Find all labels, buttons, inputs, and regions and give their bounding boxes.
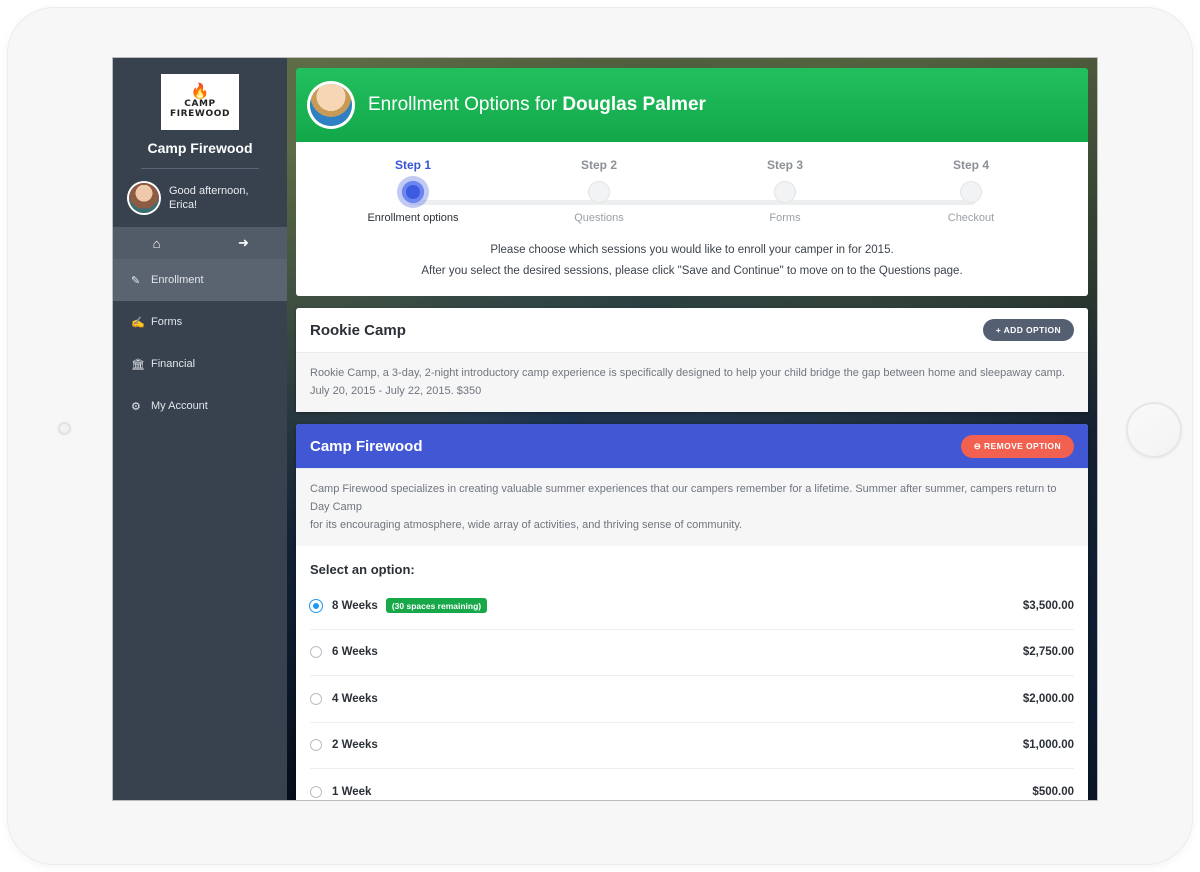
step-number: Step 3 bbox=[692, 158, 878, 172]
camp-firewood-card: Camp Firewood ⊖ REMOVE OPTION Camp Firew… bbox=[296, 424, 1088, 800]
logout-icon[interactable]: ➜ bbox=[200, 235, 287, 251]
sidebar-item-enrollment[interactable]: ✎ Enrollment bbox=[113, 259, 287, 301]
page-title-prefix: Enrollment Options for bbox=[368, 94, 562, 115]
option-price: $1,000.00 bbox=[1023, 739, 1074, 751]
list-item[interactable]: 1 Week $500.00 bbox=[310, 769, 1074, 800]
radio-icon[interactable] bbox=[310, 693, 322, 705]
step-dot-icon bbox=[402, 181, 424, 203]
logo-word-firewood: FIREWOOD bbox=[170, 109, 230, 119]
rookie-camp-title: Rookie Camp bbox=[310, 322, 406, 339]
option-label: 6 Weeks bbox=[332, 646, 378, 658]
gear-icon: ⚙ bbox=[131, 400, 151, 413]
list-item[interactable]: 8 Weeks (30 spaces remaining) $3,500.00 bbox=[310, 583, 1074, 630]
step-number: Step 4 bbox=[878, 158, 1064, 172]
step-sublabel: Forms bbox=[692, 212, 878, 224]
sidebar-item-label: Financial bbox=[151, 358, 195, 370]
rookie-camp-desc-line1: Rookie Camp, a 3-day, 2-night introducto… bbox=[310, 364, 1074, 382]
tablet-screen: 🔥 CAMP FIREWOOD Camp Firewood Good after… bbox=[113, 58, 1097, 800]
page-title: Enrollment Options for Douglas Palmer bbox=[368, 94, 706, 116]
main-content: Enrollment Options for Douglas Palmer St… bbox=[287, 58, 1097, 800]
status-badge: (30 spaces remaining) bbox=[386, 598, 487, 613]
step-dot-icon bbox=[774, 181, 796, 203]
step-dot-icon bbox=[960, 181, 982, 203]
step-sublabel: Enrollment options bbox=[320, 212, 506, 224]
radio-icon[interactable] bbox=[310, 739, 322, 751]
tablet-frame: 🔥 CAMP FIREWOOD Camp Firewood Good after… bbox=[8, 8, 1192, 864]
step-sublabel: Checkout bbox=[878, 212, 1064, 224]
avatar bbox=[129, 183, 159, 213]
sidebar-item-label: My Account bbox=[151, 400, 208, 412]
user-greeting: Good afternoon, Erica! bbox=[113, 169, 287, 227]
step-wizard: Step 1 Enrollment options Step 2 Questio… bbox=[296, 142, 1088, 296]
camp-firewood-description: Camp Firewood specializes in creating va… bbox=[296, 468, 1088, 546]
sidebar-icon-bar: ⌂ ➜ bbox=[113, 227, 287, 259]
step-2[interactable]: Step 2 Questions bbox=[506, 158, 692, 224]
rookie-camp-card: Rookie Camp + ADD OPTION Rookie Camp, a … bbox=[296, 308, 1088, 412]
radio-icon[interactable] bbox=[310, 600, 322, 612]
radio-icon[interactable] bbox=[310, 646, 322, 658]
camp-firewood-title: Camp Firewood bbox=[310, 438, 423, 455]
camp-name: Camp Firewood bbox=[113, 140, 287, 156]
option-label: 8 Weeks bbox=[332, 600, 378, 612]
flame-icon: 🔥 bbox=[191, 85, 210, 99]
list-item[interactable]: 2 Weeks $1,000.00 bbox=[310, 723, 1074, 770]
list-item[interactable]: 4 Weeks $2,000.00 bbox=[310, 676, 1074, 723]
step-3[interactable]: Step 3 Forms bbox=[692, 158, 878, 224]
greeting-line2: Erica! bbox=[169, 198, 249, 212]
add-option-button[interactable]: + ADD OPTION bbox=[983, 319, 1074, 341]
camper-name: Douglas Palmer bbox=[562, 94, 706, 115]
form-edit-icon: ✍ bbox=[131, 316, 151, 329]
rookie-camp-desc-line2: July 20, 2015 - July 22, 2015. $350 bbox=[310, 382, 1074, 400]
rookie-camp-header: Rookie Camp + ADD OPTION bbox=[296, 308, 1088, 352]
greeting-line1: Good afternoon, bbox=[169, 184, 249, 198]
step-number: Step 2 bbox=[506, 158, 692, 172]
option-price: $2,750.00 bbox=[1023, 646, 1074, 658]
step-sublabel: Questions bbox=[506, 212, 692, 224]
list-item[interactable]: 6 Weeks $2,750.00 bbox=[310, 630, 1074, 677]
camera-sensor-icon bbox=[58, 422, 71, 435]
sidebar-item-financial[interactable]: 🏛 Financial bbox=[113, 343, 287, 385]
radio-icon[interactable] bbox=[310, 786, 322, 798]
camper-avatar bbox=[310, 84, 352, 126]
option-list: 8 Weeks (30 spaces remaining) $3,500.00 … bbox=[296, 583, 1088, 800]
option-price: $2,000.00 bbox=[1023, 693, 1074, 705]
pencil-icon: ✎ bbox=[131, 274, 151, 287]
instruction-line-1: Please choose which sessions you would l… bbox=[320, 240, 1064, 261]
remove-option-button[interactable]: ⊖ REMOVE OPTION bbox=[961, 435, 1074, 458]
camp-firewood-desc-line2: for its encouraging atmosphere, wide arr… bbox=[310, 516, 1074, 534]
sidebar-item-my-account[interactable]: ⚙ My Account bbox=[113, 385, 287, 427]
tablet-home-button[interactable] bbox=[1126, 402, 1182, 458]
page-header: Enrollment Options for Douglas Palmer bbox=[296, 68, 1088, 142]
home-icon[interactable]: ⌂ bbox=[113, 236, 200, 251]
camp-firewood-desc-line1: Camp Firewood specializes in creating va… bbox=[310, 480, 1074, 516]
camp-logo: 🔥 CAMP FIREWOOD bbox=[161, 74, 239, 130]
sidebar-item-label: Forms bbox=[151, 316, 182, 328]
logo-word-camp: CAMP bbox=[184, 99, 216, 109]
option-label: 2 Weeks bbox=[332, 739, 378, 751]
sidebar-item-label: Enrollment bbox=[151, 274, 204, 286]
bank-icon: 🏛 bbox=[131, 358, 151, 371]
camp-firewood-header: Camp Firewood ⊖ REMOVE OPTION bbox=[296, 424, 1088, 468]
step-dot-icon bbox=[588, 181, 610, 203]
sidebar: 🔥 CAMP FIREWOOD Camp Firewood Good after… bbox=[113, 58, 287, 800]
option-label: 4 Weeks bbox=[332, 693, 378, 705]
rookie-camp-description: Rookie Camp, a 3-day, 2-night introducto… bbox=[296, 352, 1088, 412]
step-4[interactable]: Step 4 Checkout bbox=[878, 158, 1064, 224]
step-1[interactable]: Step 1 Enrollment options bbox=[320, 158, 506, 224]
instructions: Please choose which sessions you would l… bbox=[320, 240, 1064, 282]
option-price: $500.00 bbox=[1032, 786, 1074, 798]
option-label: 1 Week bbox=[332, 786, 371, 798]
sidebar-item-forms[interactable]: ✍ Forms bbox=[113, 301, 287, 343]
instruction-line-2: After you select the desired sessions, p… bbox=[320, 261, 1064, 282]
step-number: Step 1 bbox=[320, 158, 506, 172]
select-option-label: Select an option: bbox=[296, 546, 1088, 583]
option-price: $3,500.00 bbox=[1023, 600, 1074, 612]
steps-row: Step 1 Enrollment options Step 2 Questio… bbox=[320, 158, 1064, 224]
